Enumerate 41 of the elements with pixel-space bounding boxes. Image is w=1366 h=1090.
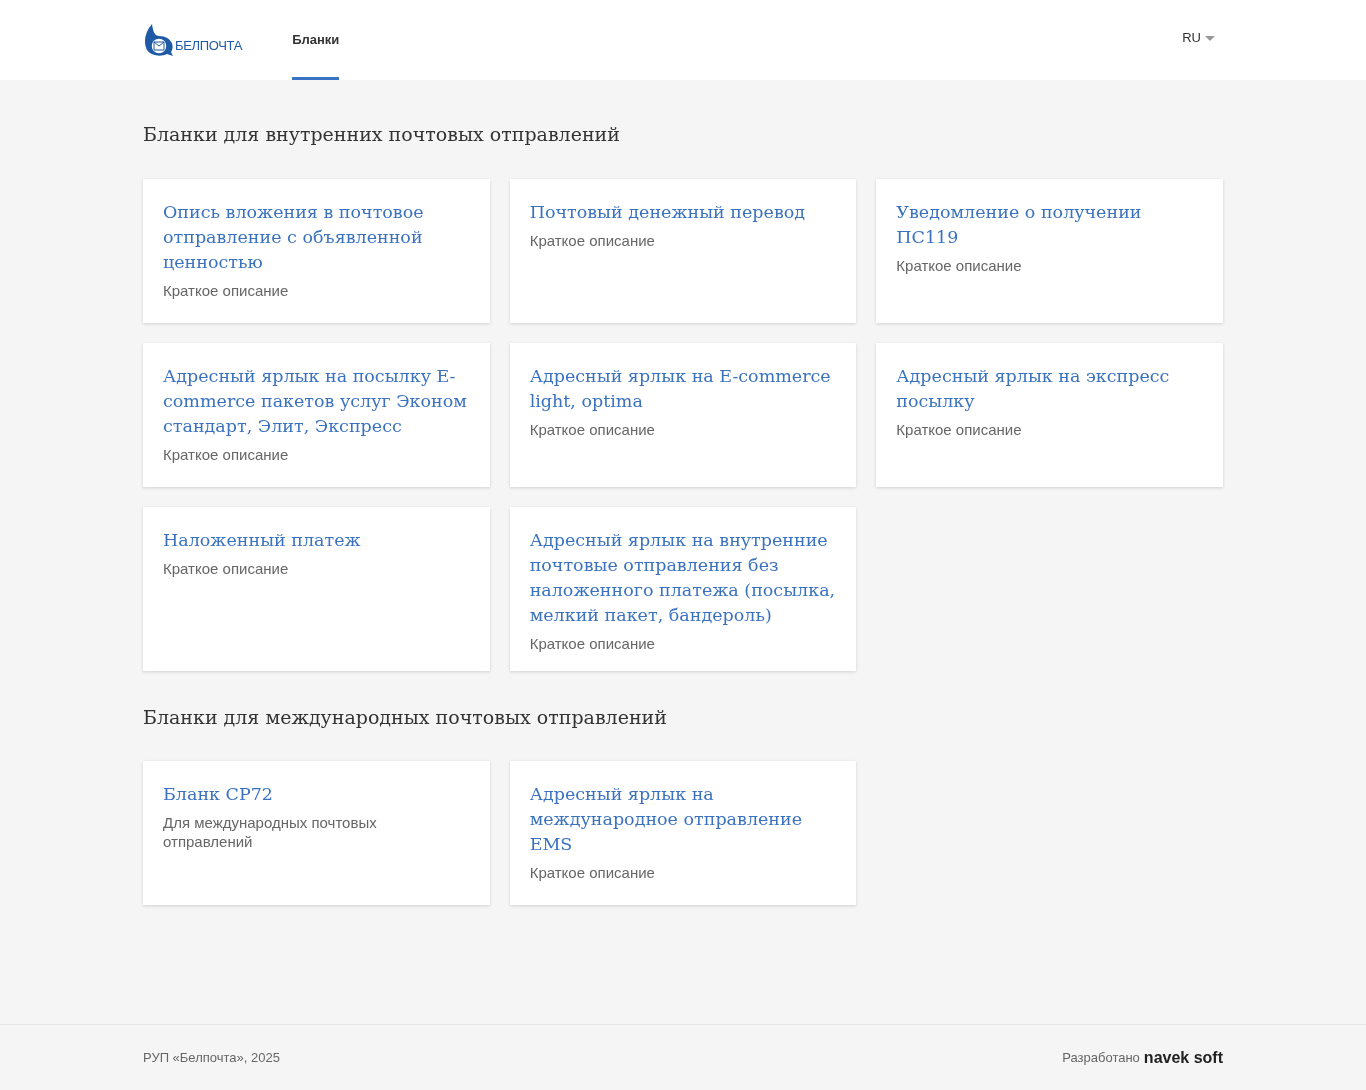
language-selector[interactable]: RU xyxy=(1182,28,1223,48)
card-description: Краткое описание xyxy=(896,419,1023,439)
form-card[interactable]: Наложенный платеж Краткое описание xyxy=(143,506,490,671)
form-card[interactable]: Опись вложения в почтовое отправление с объявленной ценностью Краткое описание xyxy=(143,178,490,323)
card-title[interactable]: Бланк CP72 xyxy=(163,782,470,807)
card-description: Краткое описание xyxy=(163,558,290,578)
card-description: Краткое описание xyxy=(896,255,1023,275)
card-title[interactable]: Почтовый денежный перевод xyxy=(529,199,837,225)
card-title[interactable]: Адресный ярлык на E-commerce light, optima xyxy=(529,363,837,414)
card-title[interactable]: Адресный ярлык на международное отправление EMS xyxy=(529,782,837,857)
form-card[interactable]: Бланк CP72 Для международных почтовых отправлений xyxy=(143,761,490,905)
logo-text: БЕЛПОЧТА xyxy=(175,37,243,56)
card-title[interactable]: Наложенный платеж xyxy=(163,527,470,553)
card-title[interactable]: Опись вложения в почтовое отправление с объявленной ценностью xyxy=(163,199,470,275)
developed-by-text: Разработано xyxy=(1062,1048,1140,1067)
form-card[interactable]: Адресный ярлык на международное отправление EMS Краткое описание xyxy=(509,761,857,905)
card-description: Краткое описание xyxy=(163,444,290,464)
card-description: Краткое описание xyxy=(529,230,656,250)
card-description: Для международных почтовых отправлений xyxy=(163,813,378,851)
card-description: Краткое описание xyxy=(529,419,656,439)
form-card[interactable]: Адресный ярлык на посылку E-commerce пакетов услуг Эконом стандарт, Элит, Экспресс Краткое описание xyxy=(143,342,490,487)
form-card[interactable]: Уведомление о получении ПС119 Краткое описание xyxy=(876,178,1223,323)
developer-logo[interactable]: navek soft xyxy=(1143,1045,1223,1070)
card-title[interactable]: Уведомление о получении ПС119 xyxy=(896,199,1203,250)
card-description: Краткое описание xyxy=(163,280,290,300)
logo[interactable]: БЕЛПОЧТА xyxy=(143,0,243,80)
caret-icon xyxy=(1205,35,1215,41)
horn-envelope-icon xyxy=(143,22,173,58)
section-heading: Бланки для международных почтовых отправлений xyxy=(143,704,668,730)
card-description: Краткое описание xyxy=(529,863,656,882)
card-title[interactable]: Адресный ярлык на экспресс посылку xyxy=(896,363,1203,414)
card-title[interactable]: Адресный ярлык на внутренние почтовые отправления без наложенного платежа (посылка, мелкий пакет, бандероль) xyxy=(529,527,837,628)
form-card[interactable]: Почтовый денежный перевод Краткое описание xyxy=(509,178,857,323)
card-title[interactable]: Адресный ярлык на посылку E-commerce пакетов услуг Эконом стандарт, Элит, Экспресс xyxy=(163,363,470,439)
copyright-text: РУП «Белпочта», 2025 xyxy=(143,1048,280,1067)
form-card[interactable]: Адресный ярлык на экспресс посылку Краткое описание xyxy=(876,342,1223,487)
form-card[interactable]: Адресный ярлык на E-commerce light, optima Краткое описание xyxy=(509,342,857,487)
section-heading: Бланки для внутренних почтовых отправлений xyxy=(143,122,621,147)
form-card[interactable]: Адресный ярлык на внутренние почтовые отправления без наложенного платежа (посылка, мелкий пакет, бандероль) Краткое описание xyxy=(509,506,857,671)
nav-tab[interactable]: Бланки xyxy=(292,0,340,80)
card-description: Краткое описание xyxy=(529,633,656,653)
